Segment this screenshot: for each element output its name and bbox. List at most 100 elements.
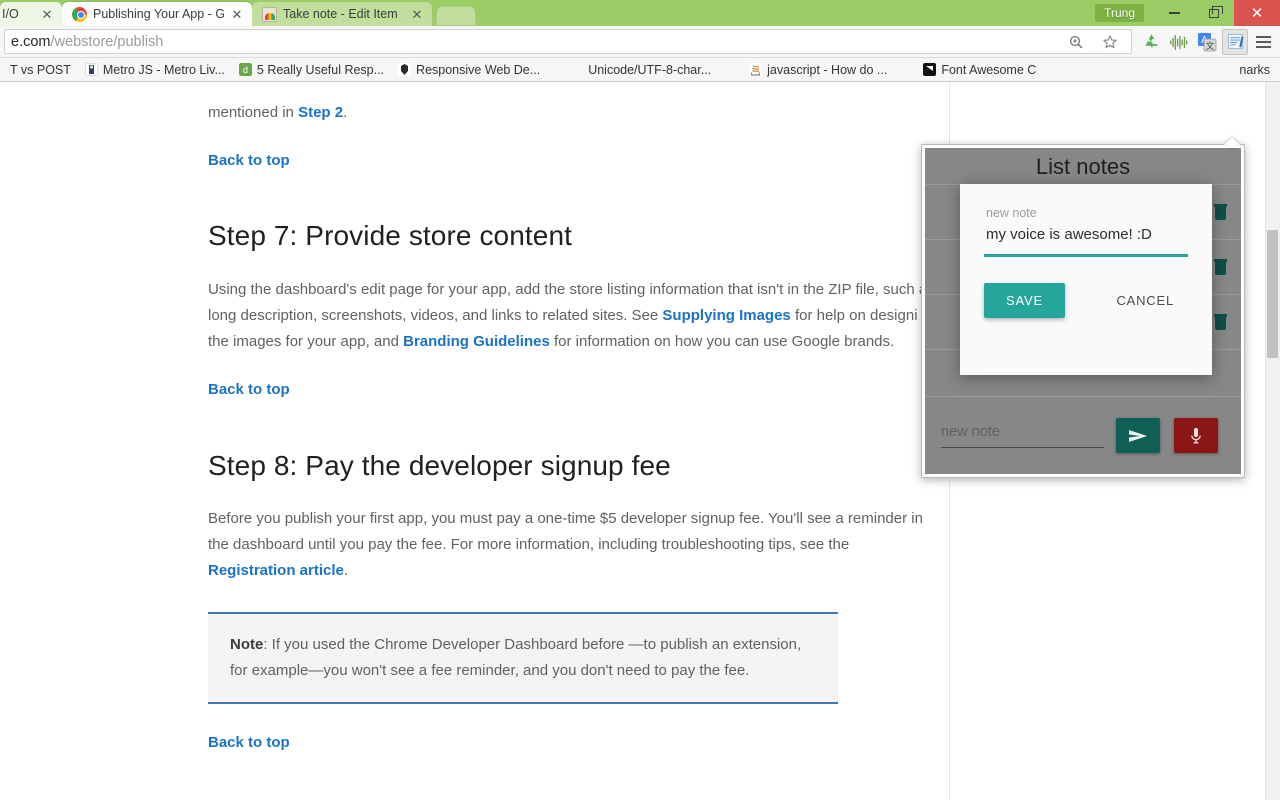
step8-body-3-suffix: .: [343, 562, 349, 579]
url-text: e.com/webstore/publish: [11, 34, 163, 50]
tab-title: I/O: [2, 7, 19, 21]
intro-suffix: .: [343, 104, 348, 121]
take-note-extension-popup: List notes new note new note my voice is…: [921, 144, 1245, 478]
close-button[interactable]: ✕: [1234, 0, 1280, 26]
tab-strip: I/O ✕ Publishing Your App - Go ✕ Take no…: [0, 0, 1280, 26]
modal-field-label: new note: [986, 206, 1037, 220]
microphone-button[interactable]: [1174, 418, 1218, 453]
send-icon: [1129, 429, 1147, 442]
bookmark-star-icon[interactable]: [1097, 29, 1123, 55]
recycle-icon[interactable]: [1138, 29, 1164, 55]
bookmark-item[interactable]: Responsive Web De...: [392, 61, 546, 79]
bookmark-label: Responsive Web De...: [416, 62, 541, 77]
chrome-menu-icon[interactable]: [1250, 29, 1276, 55]
popup-body: List notes new note new note my voice is…: [925, 148, 1241, 474]
modal-input-underline: [984, 254, 1188, 257]
tab-title: Publishing Your App - Go: [93, 7, 224, 21]
url-path: /webstore/publish: [50, 33, 164, 50]
maximize-button[interactable]: [1194, 0, 1234, 26]
note-text-2: example—you won't see a fee reminder, an…: [251, 662, 750, 679]
close-icon[interactable]: ✕: [40, 8, 54, 21]
cancel-button[interactable]: CANCEL: [1102, 283, 1188, 318]
supplying-images-link[interactable]: Supplying Images: [662, 307, 790, 324]
save-button[interactable]: SAVE: [984, 282, 1065, 318]
bookmark-label: Font Awesome C: [941, 62, 1037, 77]
window-controls: Trung ✕: [1095, 0, 1280, 26]
bookmark-label: T vs POST: [10, 62, 71, 77]
step8-paragraph: Before you publish your first app, you m…: [208, 506, 938, 584]
d-icon: d: [238, 63, 252, 76]
new-note-modal: new note my voice is awesome! :D SAVE CA…: [960, 184, 1212, 375]
minimize-button[interactable]: [1154, 0, 1194, 26]
step8-heading: Step 8: Pay the developer signup fee: [208, 450, 671, 481]
send-button[interactable]: [1116, 418, 1160, 453]
new-tab-button[interactable]: [436, 6, 476, 26]
url-host: e.com: [11, 33, 51, 50]
step7-body-3a: the images for your app, and: [208, 333, 404, 350]
step8-body-1: Before you publish your first app, you m…: [208, 510, 923, 527]
close-icon[interactable]: ✕: [230, 8, 244, 21]
tab-take-note-edit-item[interactable]: Take note - Edit Item ✕: [252, 2, 432, 26]
note-label: Note: [230, 636, 264, 653]
page-scrollbar-track[interactable]: [1265, 82, 1280, 800]
modal-note-input[interactable]: my voice is awesome! :D: [984, 226, 1188, 243]
chrome-logo-icon: [72, 6, 87, 22]
note-callout: Note: If you used the Chrome Developer D…: [208, 612, 838, 704]
bookmark-item[interactable]: T vs POST: [4, 61, 77, 79]
back-to-top-link[interactable]: Back to top: [208, 377, 938, 403]
metro-icon: [84, 63, 98, 76]
step8-body-2: the dashboard until you pay the fee. For…: [208, 536, 850, 553]
stackoverflow-icon: [749, 63, 763, 76]
new-note-input[interactable]: new note: [941, 424, 1104, 448]
article-content: mentioned in Step 2. Back to top Step 7:…: [208, 82, 938, 800]
flag-icon: [923, 63, 937, 76]
popup-pointer-arrow: [1224, 137, 1240, 145]
bookmark-label: Unicode/UTF-8-char...: [588, 62, 712, 77]
audio-wave-icon[interactable]: [1166, 29, 1192, 55]
branding-guidelines-link[interactable]: Branding Guidelines: [403, 333, 550, 350]
crest-icon: [398, 63, 412, 76]
bookmark-item[interactable]: Unicode/UTF-8-char...: [582, 61, 717, 79]
bookmark-item-overflow[interactable]: narks: [1233, 61, 1276, 79]
note-extension-icon: [262, 6, 277, 22]
back-to-top-link[interactable]: Back to top: [208, 730, 938, 756]
bookmark-label: narks: [1239, 62, 1270, 77]
bookmark-label: Metro JS - Metro Liv...: [102, 62, 225, 77]
registration-article-link[interactable]: Registration article: [208, 562, 344, 579]
bookmark-item[interactable]: Metro JS - Metro Liv...: [79, 61, 231, 79]
svg-text:d: d: [243, 65, 248, 75]
bookmark-item[interactable]: Font Awesome C: [917, 61, 1042, 79]
step2-link[interactable]: Step 2: [298, 104, 343, 121]
bookmark-item[interactable]: d 5 Really Useful Resp...: [233, 61, 390, 79]
bookmark-label: javascript - How do ...: [767, 62, 888, 77]
intro-paragraph: mentioned in Step 2.: [208, 100, 938, 126]
take-note-extension-icon[interactable]: [1222, 28, 1248, 55]
profile-name-chip[interactable]: Trung: [1095, 4, 1144, 22]
page-scrollbar-thumb[interactable]: [1267, 230, 1278, 358]
intro-text: mentioned in: [208, 104, 299, 121]
back-to-top-link[interactable]: Back to top: [208, 148, 938, 174]
popup-title: List notes: [1035, 154, 1131, 179]
trash-icon[interactable]: [1214, 204, 1227, 220]
browser-chrome: I/O ✕ Publishing Your App - Go ✕ Take no…: [0, 0, 1280, 82]
trash-icon[interactable]: [1214, 314, 1227, 330]
page-viewport: mentioned in Step 2. Back to top Step 7:…: [0, 82, 1280, 800]
step7-body-1: Using the dashboard's edit page for your…: [208, 281, 915, 298]
close-icon[interactable]: ✕: [410, 8, 424, 21]
trash-icon[interactable]: [1214, 259, 1227, 275]
bookmarks-bar: T vs POST Metro JS - Metro Liv... d 5 Re…: [0, 58, 1280, 82]
bookmark-item[interactable]: javascript - How do ...: [743, 61, 893, 79]
address-bar[interactable]: e.com/webstore/publish: [4, 29, 1132, 54]
step7-body-2b: for help on designi: [790, 307, 918, 324]
bookmark-label: 5 Really Useful Resp...: [256, 62, 385, 77]
zoom-icon[interactable]: [1063, 29, 1089, 55]
new-note-placeholder: new note: [941, 423, 1000, 440]
translate-icon[interactable]: A 文: [1194, 29, 1220, 55]
microphone-icon: [1191, 427, 1201, 443]
svg-text:文: 文: [1205, 40, 1214, 51]
tab-title: Take note - Edit Item: [283, 7, 398, 21]
step7-body-3b: for information on how you can use Googl…: [549, 333, 895, 350]
step7-heading: Step 7: Provide store content: [208, 220, 573, 251]
tab-io[interactable]: I/O ✕: [0, 2, 62, 26]
tab-publishing-your-app[interactable]: Publishing Your App - Go ✕: [62, 2, 252, 26]
